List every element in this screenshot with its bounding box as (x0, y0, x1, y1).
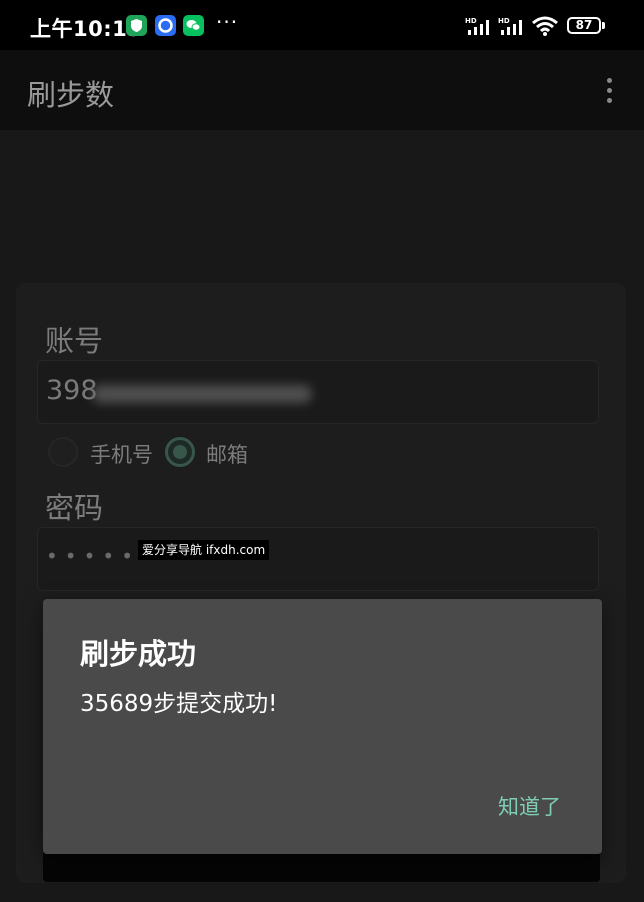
account-value: 398 (46, 375, 98, 406)
dialog-message: 35689步提交成功! (80, 691, 278, 717)
submit-button (43, 852, 600, 882)
svg-text:HD: HD (498, 17, 510, 25)
more-vert-icon[interactable] (598, 76, 622, 106)
battery-icon: 87 (567, 17, 601, 34)
got-it-button[interactable]: 知道了 (498, 791, 561, 821)
radio-phone-label: 手机号 (90, 443, 153, 467)
svg-text:HD: HD (465, 17, 477, 25)
watermark: 爱分享导航 ifxdh.com (138, 540, 270, 560)
radio-phone[interactable] (48, 437, 78, 467)
page-title: 刷步数 (27, 78, 115, 112)
browser-app-icon (155, 15, 176, 36)
dialog-title: 刷步成功 (80, 637, 197, 671)
password-field[interactable]: •••••••• (37, 527, 599, 591)
wifi-icon (532, 16, 558, 36)
radio-email-label: 邮箱 (206, 443, 248, 467)
hd-signal-icon: HD (498, 17, 522, 35)
password-label: 密码 (45, 491, 104, 525)
radio-email[interactable] (165, 437, 195, 467)
wechat-icon (183, 15, 204, 36)
blurred-email (92, 385, 312, 403)
status-bar: 上午10:13 ··· HD HD 87 (0, 0, 644, 50)
battery-tip (602, 22, 605, 29)
success-dialog: 刷步成功 35689步提交成功! 知道了 (43, 599, 602, 854)
account-field[interactable]: 398 (37, 360, 599, 424)
security-app-icon (126, 15, 147, 36)
app-bar: 刷步数 (0, 50, 644, 130)
hd-signal-icon: HD (465, 17, 489, 35)
account-label: 账号 (45, 324, 104, 358)
more-notifications-icon: ··· (216, 10, 239, 34)
